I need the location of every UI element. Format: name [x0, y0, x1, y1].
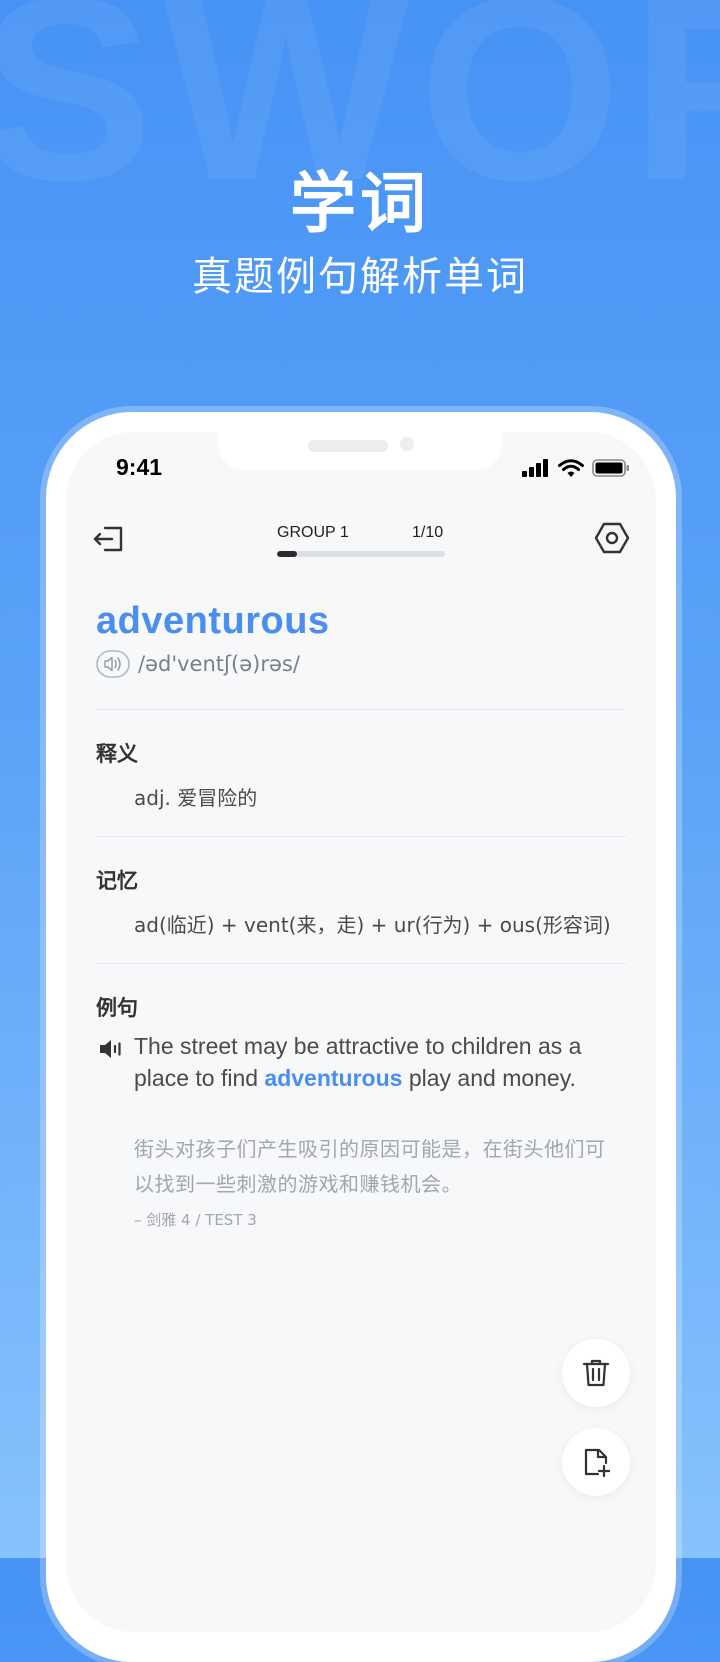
- wifi-icon: [558, 458, 584, 477]
- divider: [96, 963, 626, 964]
- definition-title: 释义: [96, 742, 138, 766]
- memory-content: ad(临近) + vent(来，走) + ur(行为) + ous(形容词): [134, 913, 611, 937]
- divider: [96, 836, 626, 837]
- phone-screen: 9:41 GROUP 1 1/10 adventurous /əd'ventʃ(…: [66, 432, 656, 1632]
- divider: [96, 709, 626, 710]
- example-title: 例句: [96, 996, 138, 1020]
- cellular-signal-icon: [522, 459, 548, 477]
- notch-camera: [400, 437, 414, 451]
- hexagon-settings-icon[interactable]: [594, 520, 630, 556]
- speaker-icon[interactable]: [98, 1038, 124, 1060]
- word-title: adventurous: [96, 600, 330, 642]
- example-translation: 街头对孩子们产生吸引的原因可能是，在街头他们可以找到一些刺激的游戏和赚钱机会。: [134, 1137, 606, 1196]
- phonetic-row: /əd'ventʃ(ə)rəs/: [96, 650, 300, 678]
- group-progress-fill: [277, 551, 298, 557]
- group-label: GROUP 1: [277, 524, 349, 541]
- phonetic-text: /əd'ventʃ(ə)rəs/: [138, 652, 300, 676]
- memory-title: 记忆: [96, 869, 138, 893]
- status-icons: [522, 458, 630, 478]
- trash-icon: [582, 1359, 610, 1387]
- battery-icon: [592, 459, 629, 477]
- definition-content: adj. 爱冒险的: [134, 786, 258, 810]
- notch-speaker: [308, 440, 388, 452]
- phone-notch: [218, 432, 502, 470]
- example-sentence-after: play and money.: [402, 1065, 576, 1091]
- promo-subtitle: 真题例句解析单词: [192, 254, 528, 300]
- status-time: 9:41: [116, 454, 163, 480]
- file-add-icon: [584, 1448, 610, 1477]
- group-count: 1/10: [412, 524, 444, 541]
- example-highlight-word: adventurous: [264, 1065, 403, 1091]
- example-source: – 剑雅 4 / TEST 3: [134, 1211, 257, 1229]
- add-note-button[interactable]: [562, 1428, 630, 1496]
- exit-icon[interactable]: [92, 522, 126, 556]
- delete-button[interactable]: [562, 1339, 630, 1407]
- speaker-icon[interactable]: [96, 650, 130, 678]
- group-progress-bar: [277, 551, 445, 557]
- example-sentence: The street may be attractive to children…: [134, 1030, 624, 1094]
- promo-title: 学词: [290, 165, 430, 242]
